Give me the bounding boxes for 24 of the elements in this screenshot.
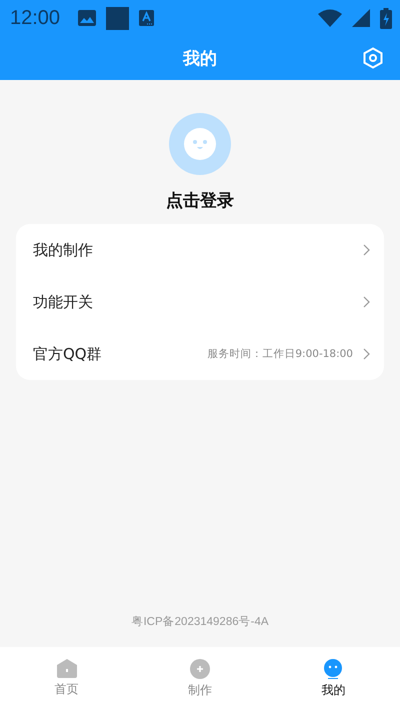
square-icon <box>106 6 130 30</box>
login-link[interactable]: 点击登录 <box>166 189 234 212</box>
menu-item[interactable]: 官方QQ群 <box>33 344 198 364</box>
wifi-icon <box>318 9 342 27</box>
status-time: 12:00 <box>10 6 60 30</box>
chevron-icon <box>363 296 370 308</box>
icp-text: 粤ICP备2023149286号-4A <box>131 614 269 629</box>
font-icon <box>139 10 154 26</box>
face-icon <box>323 659 344 679</box>
battery-icon <box>380 8 392 28</box>
signal-icon <box>352 9 370 27</box>
service-hours: 服务时间：工作日9:00-18:00 <box>207 347 353 361</box>
plus-circle-icon <box>190 659 210 679</box>
chevron-icon <box>363 348 370 360</box>
chevron-icon <box>363 244 370 256</box>
settings-icon[interactable] <box>363 47 383 69</box>
menu-item[interactable]: 我的制作 <box>33 240 353 260</box>
image-icon <box>78 10 96 26</box>
menu-item[interactable]: 功能开关 <box>33 292 353 312</box>
page-title: 我的 <box>183 48 217 70</box>
nav-tab[interactable]: 制作 <box>133 647 267 711</box>
nav-tab[interactable]: 首页 <box>0 647 134 711</box>
nav-tab[interactable]: 我的 <box>266 647 400 711</box>
home-icon <box>56 659 77 678</box>
